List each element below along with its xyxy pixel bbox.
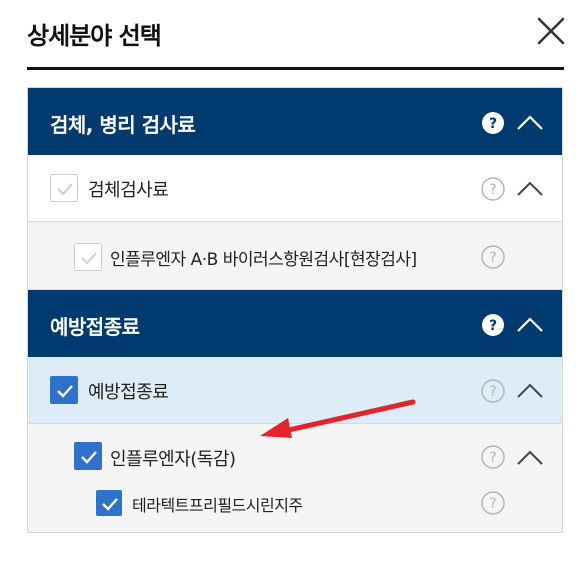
section-label: 검체, 병리 검사료 [50,113,196,137]
help-icon[interactable]: ? [480,490,506,516]
help-icon[interactable]: ? [480,444,506,470]
checkbox-influenza[interactable] [74,442,102,470]
item-label[interactable]: 인플루엔자(독감) [110,445,236,471]
svg-text:?: ? [489,116,497,132]
checkbox-vaccination[interactable] [50,376,78,404]
item-label: 인플루엔자 A·B 바이러스항원검사[현장검사] [110,250,417,270]
help-icon[interactable]: ? [480,312,506,338]
section-label: 예방접종료 [50,315,140,339]
chevron-up-icon[interactable] [516,113,544,131]
dialog-header: 상세분야 선택 [0,0,582,70]
svg-text:?: ? [489,384,496,400]
tree-item-vaccination[interactable]: 예방접종료 ? [28,357,562,424]
svg-text:?: ? [489,450,496,466]
help-icon[interactable]: ? [480,110,506,136]
tree-item-influenza-antigen-test[interactable]: 인플루엔자 A·B 바이러스항원검사[현장검사] ? [28,222,562,290]
help-icon[interactable]: ? [480,244,506,270]
item-label: 검체검사료 [88,180,169,201]
svg-text:?: ? [489,182,496,198]
item-label: 예방접종료 [88,382,169,403]
checkbox-influenza-antigen-test[interactable] [74,243,102,271]
section-header-specimen-pathology[interactable]: 검체, 병리 검사료 ? [28,88,562,155]
svg-text:?: ? [489,496,496,512]
chevron-up-icon[interactable] [516,179,544,197]
chevron-up-icon[interactable] [516,448,544,466]
category-tree: 검체, 병리 검사료 ? 검체검사료 ? 인플루엔자 A·B 바이러스항원검사[… [27,87,563,533]
svg-text:?: ? [489,250,496,266]
item-label[interactable]: 테라텍트프리필드시린지주 [132,492,303,516]
chevron-up-icon[interactable] [516,315,544,333]
close-icon[interactable] [536,16,566,46]
help-icon[interactable]: ? [480,176,506,202]
help-icon[interactable]: ? [480,378,506,404]
checkbox-teratect-prefilled-syringe[interactable] [96,490,122,516]
section-header-vaccination[interactable]: 예방접종료 ? [28,290,562,357]
tree-group-influenza: 인플루엔자(독감) ? 테라텍트프리필드시린지주 ? [28,424,562,532]
checkbox-specimen-test[interactable] [50,174,78,202]
header-divider [27,67,564,70]
chevron-up-icon[interactable] [516,381,544,399]
tree-item-specimen-test[interactable]: 검체검사료 ? [28,155,562,222]
svg-text:?: ? [489,318,497,334]
dialog-title: 상세분야 선택 [27,22,162,50]
